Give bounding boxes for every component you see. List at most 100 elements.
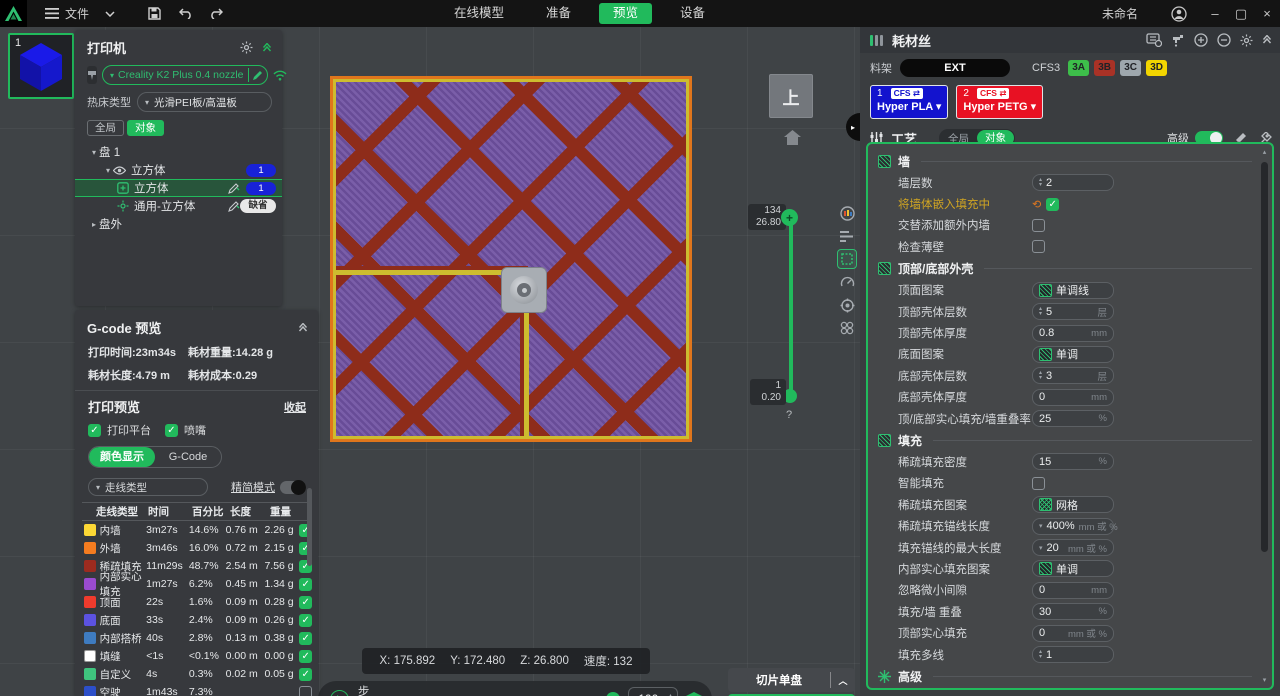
setting-control[interactable]: ▴ ▾ 5 层: [1032, 303, 1114, 321]
remove-filament-icon[interactable]: [1217, 33, 1231, 47]
close-button[interactable]: ×: [1254, 0, 1280, 27]
setting-control[interactable]: ▴ ▾ 2: [1032, 174, 1114, 192]
view-cube[interactable]: 上: [769, 74, 813, 118]
setting-control[interactable]: 25%: [1032, 410, 1114, 428]
speed-view-icon[interactable]: [837, 272, 857, 292]
nozzle-checkbox[interactable]: ✓: [165, 423, 178, 437]
layer-slider-track[interactable]: [789, 223, 793, 395]
setting-control[interactable]: ▴ ▾ 1: [1032, 646, 1114, 663]
spinner-arrows-icon[interactable]: ▴ ▾: [1039, 177, 1042, 188]
home-view-icon[interactable]: [783, 129, 802, 146]
steps-value-input[interactable]: 100 ▴▾: [628, 687, 678, 696]
printer-settings-icon[interactable]: [240, 41, 253, 54]
spinner-arrows-icon[interactable]: ▴ ▾: [1039, 370, 1042, 381]
gcode-collapse-icon[interactable]: [298, 322, 308, 333]
play-button[interactable]: [330, 689, 349, 696]
app-logo[interactable]: [0, 0, 27, 27]
cfs-sync-tag[interactable]: CFS ⇄: [890, 88, 924, 99]
setting-control[interactable]: 0 mm: [1032, 388, 1114, 406]
material-station-icon[interactable]: [1146, 33, 1162, 47]
cfs-slot-3B[interactable]: 3B: [1094, 60, 1116, 76]
printer-scope-tab-0[interactable]: 全局: [87, 120, 124, 136]
ext-rack-button[interactable]: EXT: [900, 59, 1010, 77]
bed-type-select[interactable]: ▾ 光滑PEI板/高温板: [137, 92, 272, 112]
setting-checkbox[interactable]: [1032, 240, 1045, 254]
tab-color-display[interactable]: 颜色显示: [89, 447, 155, 467]
setting-checkbox[interactable]: ✓: [1046, 197, 1060, 211]
line-type-checkbox[interactable]: ✓: [299, 595, 313, 609]
menu-chevron-icon[interactable]: [97, 0, 123, 27]
line-type-checkbox[interactable]: ✓: [299, 577, 313, 591]
edit-printer-icon[interactable]: [247, 68, 263, 82]
tab-gcode[interactable]: G-Code: [155, 447, 221, 467]
tree-row-4[interactable]: ▸ 盘外: [75, 215, 282, 233]
layer-slider-top-handle[interactable]: +: [781, 209, 798, 226]
wifi-icon[interactable]: [272, 70, 287, 81]
setting-control[interactable]: 单调线: [1032, 281, 1114, 299]
minimize-button[interactable]: –: [1202, 0, 1228, 27]
user-avatar-icon[interactable]: [1166, 0, 1192, 27]
setting-control[interactable]: 单调: [1032, 345, 1114, 363]
collapse-link[interactable]: 收起: [284, 399, 306, 415]
setting-checkbox[interactable]: [1032, 476, 1045, 490]
edit-object-icon[interactable]: [228, 182, 240, 194]
setting-checkbox[interactable]: [1032, 218, 1045, 232]
filament-name-dropdown[interactable]: Hyper PETG ▾: [963, 100, 1036, 113]
setting-control[interactable]: ▾ 20 mm 或 %: [1032, 539, 1114, 557]
layer-slider-hint[interactable]: ?: [786, 409, 792, 421]
setting-control[interactable]: 0 mm: [1032, 581, 1114, 599]
printer-scope-tab-1[interactable]: 对象: [127, 120, 164, 136]
more-tools-icon[interactable]: [837, 318, 857, 338]
chevron-down-icon[interactable]: ▾: [1039, 544, 1043, 552]
plate-thumbnail[interactable]: 1: [8, 33, 74, 99]
platform-checkbox[interactable]: ✓: [88, 423, 101, 437]
tab-1[interactable]: 准备: [532, 3, 585, 24]
layers-icon[interactable]: [686, 691, 702, 696]
line-type-checkbox[interactable]: [299, 685, 313, 696]
filament-card-1[interactable]: 1 CFS ⇄ Hyper PLA ▾: [870, 85, 949, 119]
grid-view-icon[interactable]: [837, 249, 857, 269]
setting-control[interactable]: 15%: [1032, 453, 1114, 471]
tree-row-3[interactable]: 通用-立方体 缺省: [75, 197, 282, 215]
setting-control[interactable]: 0 mm 或 %: [1032, 624, 1114, 642]
tree-caret-icon[interactable]: ▾: [103, 166, 113, 175]
cfs-slot-3D[interactable]: 3D: [1146, 60, 1168, 76]
setting-control[interactable]: ▴ ▾ 3 层: [1032, 367, 1114, 385]
line-type-checkbox[interactable]: ✓: [299, 631, 313, 645]
undo-icon[interactable]: [173, 0, 199, 27]
tab-0[interactable]: 在线模型: [440, 3, 518, 24]
cfs-sync-tag[interactable]: CFS ⇄: [976, 88, 1010, 99]
redo-icon[interactable]: [203, 0, 229, 27]
tab-2[interactable]: 预览: [599, 3, 653, 24]
setting-control[interactable]: ▾ 400% mm 或 %: [1032, 517, 1118, 535]
filament-name-dropdown[interactable]: Hyper PLA ▾: [877, 100, 941, 113]
tree-row-1[interactable]: ▾ 立方体 1: [75, 161, 282, 179]
simple-mode-toggle[interactable]: [280, 479, 306, 495]
edit-object-icon[interactable]: [228, 200, 240, 212]
filament-settings-icon[interactable]: [1240, 34, 1253, 47]
tree-caret-icon[interactable]: ▸: [89, 220, 99, 229]
cfs-slot-3C[interactable]: 3C: [1120, 60, 1142, 76]
printer-collapse-icon[interactable]: [262, 42, 272, 53]
chevron-down-icon[interactable]: ▾: [1039, 522, 1043, 530]
line-type-list-icon[interactable]: [837, 226, 857, 246]
settings-scrollbar[interactable]: ▴ ▾: [1260, 148, 1269, 684]
line-type-checkbox[interactable]: ✓: [299, 667, 313, 681]
nozzle-icon-button[interactable]: [87, 66, 97, 84]
slice-options-chevron[interactable]: ︿: [831, 674, 855, 687]
setting-control[interactable]: 45°: [1032, 689, 1114, 690]
purge-filament-icon[interactable]: [1171, 33, 1185, 47]
eye-icon[interactable]: [113, 165, 126, 175]
scroll-down-icon[interactable]: ▾: [1260, 676, 1269, 684]
setting-control[interactable]: 0.8 mm: [1032, 324, 1114, 342]
spinner-arrows-icon[interactable]: ▴ ▾: [1039, 306, 1042, 317]
filament-card-2[interactable]: 2 CFS ⇄ Hyper PETG ▾: [956, 85, 1044, 119]
cfs-slot-3A[interactable]: 3A: [1068, 60, 1090, 76]
tree-row-0[interactable]: ▾ 盘 1: [75, 143, 282, 161]
add-filament-icon[interactable]: [1194, 33, 1208, 47]
table-scrollbar[interactable]: [307, 488, 312, 566]
line-type-select[interactable]: ▾ 走线类型: [88, 478, 208, 496]
setting-control[interactable]: 网格: [1032, 496, 1114, 514]
tree-row-2[interactable]: 立方体 1: [75, 179, 282, 197]
machine-settings-icon[interactable]: [837, 295, 857, 315]
